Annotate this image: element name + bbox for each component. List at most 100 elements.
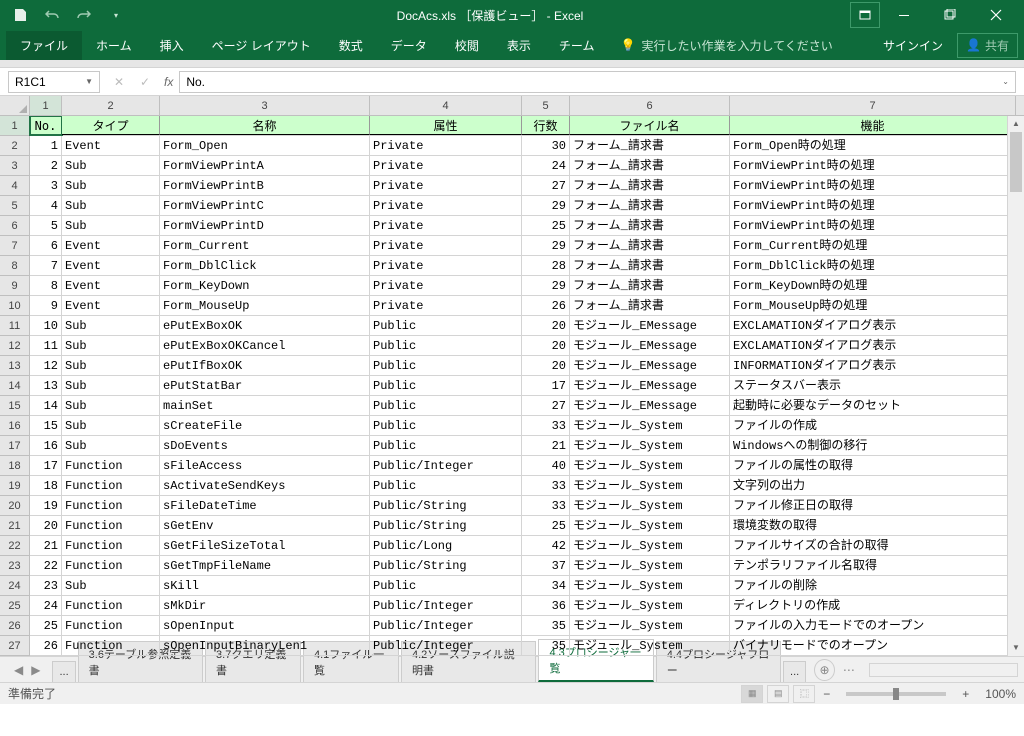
data-cell[interactable]: Public/Integer xyxy=(370,616,522,635)
data-cell[interactable]: Event xyxy=(62,256,160,275)
data-cell[interactable]: Public xyxy=(370,476,522,495)
data-cell[interactable]: 16 xyxy=(30,436,62,455)
scroll-thumb[interactable] xyxy=(1010,132,1022,192)
data-cell[interactable]: FormViewPrintD xyxy=(160,216,370,235)
data-cell[interactable]: 28 xyxy=(522,256,570,275)
sheet-tab[interactable]: ... xyxy=(783,661,806,682)
data-cell[interactable]: モジュール_EMessage xyxy=(570,356,730,375)
data-cell[interactable]: Sub xyxy=(62,576,160,595)
header-cell[interactable]: 属性 xyxy=(370,116,522,135)
data-cell[interactable]: 12 xyxy=(30,356,62,375)
data-cell[interactable]: Private xyxy=(370,196,522,215)
data-cell[interactable]: Function xyxy=(62,496,160,515)
zoom-level[interactable]: 100% xyxy=(985,687,1016,701)
data-cell[interactable]: フォーム_請求書 xyxy=(570,256,730,275)
data-cell[interactable]: 27 xyxy=(522,396,570,415)
data-cell[interactable]: 文字列の出力 xyxy=(730,476,1016,495)
data-cell[interactable]: FormViewPrint時の処理 xyxy=(730,156,1016,175)
header-cell[interactable]: タイプ xyxy=(62,116,160,135)
data-cell[interactable]: Event xyxy=(62,296,160,315)
data-cell[interactable]: 22 xyxy=(30,556,62,575)
col-header[interactable]: 2 xyxy=(62,96,160,115)
data-cell[interactable]: 8 xyxy=(30,276,62,295)
header-cell[interactable]: No. xyxy=(30,116,62,135)
data-cell[interactable]: ePutStatBar xyxy=(160,376,370,395)
data-cell[interactable]: Sub xyxy=(62,196,160,215)
row-header[interactable]: 14 xyxy=(0,376,30,396)
data-cell[interactable]: 26 xyxy=(522,296,570,315)
row-header[interactable]: 23 xyxy=(0,556,30,576)
data-cell[interactable]: 42 xyxy=(522,536,570,555)
col-header[interactable]: 4 xyxy=(370,96,522,115)
data-cell[interactable]: フォーム_請求書 xyxy=(570,156,730,175)
data-cell[interactable]: FormViewPrintC xyxy=(160,196,370,215)
data-cell[interactable]: Public xyxy=(370,316,522,335)
select-all-button[interactable] xyxy=(0,96,30,115)
row-header[interactable]: 6 xyxy=(0,216,30,236)
data-cell[interactable]: Form_Current xyxy=(160,236,370,255)
data-cell[interactable]: Windowsへの制御の移行 xyxy=(730,436,1016,455)
data-cell[interactable]: 33 xyxy=(522,416,570,435)
data-cell[interactable]: Public/Long xyxy=(370,536,522,555)
zoom-in-button[interactable]: + xyxy=(958,687,973,701)
data-cell[interactable]: Sub xyxy=(62,416,160,435)
data-cell[interactable]: Sub xyxy=(62,356,160,375)
data-cell[interactable]: 33 xyxy=(522,496,570,515)
signin-link[interactable]: サインイン xyxy=(883,37,943,54)
col-header[interactable]: 7 xyxy=(730,96,1016,115)
data-cell[interactable]: sGetTmpFileName xyxy=(160,556,370,575)
row-header[interactable]: 16 xyxy=(0,416,30,436)
row-header[interactable]: 25 xyxy=(0,596,30,616)
data-cell[interactable]: Event xyxy=(62,236,160,255)
data-cell[interactable]: 36 xyxy=(522,596,570,615)
data-cell[interactable]: モジュール_System xyxy=(570,436,730,455)
data-cell[interactable]: Sub xyxy=(62,156,160,175)
data-cell[interactable]: 2 xyxy=(30,156,62,175)
fx-icon[interactable]: fx xyxy=(164,75,173,89)
data-cell[interactable]: Private xyxy=(370,216,522,235)
col-header[interactable]: 6 xyxy=(570,96,730,115)
data-cell[interactable]: 19 xyxy=(30,496,62,515)
ribbon-tab-1[interactable]: ホーム xyxy=(82,31,146,60)
data-cell[interactable]: sFileDateTime xyxy=(160,496,370,515)
expand-formula-icon[interactable]: ⌄ xyxy=(1002,77,1009,86)
data-cell[interactable]: 起動時に必要なデータのセット xyxy=(730,396,1016,415)
data-cell[interactable]: Public xyxy=(370,416,522,435)
data-cell[interactable]: ステータスバー表示 xyxy=(730,376,1016,395)
data-cell[interactable]: Public xyxy=(370,396,522,415)
cancel-formula-button[interactable]: ✕ xyxy=(110,75,128,89)
data-cell[interactable]: ファイルサイズの合計の取得 xyxy=(730,536,1016,555)
zoom-slider[interactable] xyxy=(846,692,946,696)
data-cell[interactable]: sKill xyxy=(160,576,370,595)
formula-input[interactable]: No. ⌄ xyxy=(179,71,1016,93)
data-cell[interactable]: Function xyxy=(62,456,160,475)
data-cell[interactable]: Form_DblClick時の処理 xyxy=(730,256,1016,275)
data-cell[interactable]: 17 xyxy=(522,376,570,395)
page-break-view-button[interactable]: ⿴ xyxy=(793,685,815,703)
row-header[interactable]: 8 xyxy=(0,256,30,276)
data-cell[interactable]: Public/Integer xyxy=(370,636,522,655)
data-cell[interactable]: Function xyxy=(62,616,160,635)
data-cell[interactable]: 6 xyxy=(30,236,62,255)
ribbon-tab-6[interactable]: 校閲 xyxy=(441,31,493,60)
data-cell[interactable]: Public xyxy=(370,436,522,455)
data-cell[interactable]: Function xyxy=(62,476,160,495)
data-cell[interactable]: EXCLAMATIONダイアログ表示 xyxy=(730,336,1016,355)
data-cell[interactable]: 26 xyxy=(30,636,62,655)
new-sheet-button[interactable]: ⊕ xyxy=(814,659,835,681)
row-header[interactable]: 10 xyxy=(0,296,30,316)
data-cell[interactable]: モジュール_EMessage xyxy=(570,316,730,335)
data-cell[interactable]: Sub xyxy=(62,316,160,335)
data-cell[interactable]: ディレクトリの作成 xyxy=(730,596,1016,615)
sheet-nav[interactable]: ◀▶ xyxy=(6,663,48,677)
data-cell[interactable]: Private xyxy=(370,136,522,155)
share-button[interactable]: 👤 共有 xyxy=(957,33,1018,58)
data-cell[interactable]: フォーム_請求書 xyxy=(570,236,730,255)
data-cell[interactable]: Function xyxy=(62,516,160,535)
data-cell[interactable]: sOpenInput xyxy=(160,616,370,635)
data-cell[interactable]: 5 xyxy=(30,216,62,235)
header-cell[interactable]: 名称 xyxy=(160,116,370,135)
data-cell[interactable]: Sub xyxy=(62,376,160,395)
data-cell[interactable]: 24 xyxy=(522,156,570,175)
data-cell[interactable]: モジュール_System xyxy=(570,516,730,535)
